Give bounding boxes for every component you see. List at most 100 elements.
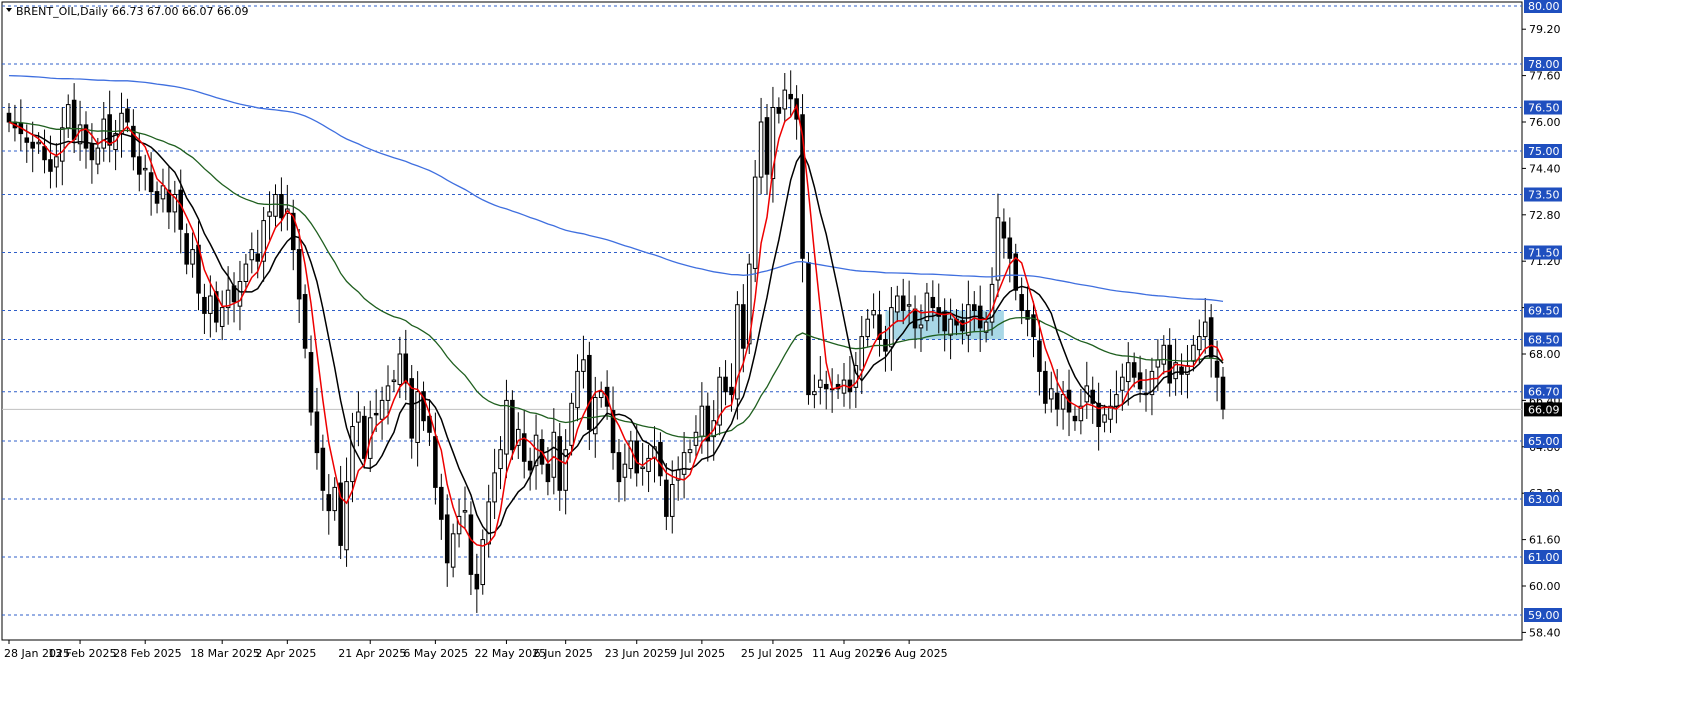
candle-body [895, 295, 900, 313]
candle-body [551, 431, 557, 478]
candle-body [818, 379, 823, 388]
last-price-label: 66.09 [1524, 402, 1562, 417]
level-label-text: 68.50 [1528, 334, 1560, 347]
candle-body [190, 249, 195, 265]
candle-body [54, 156, 59, 168]
y-tick-label: 68.00 [1529, 348, 1561, 361]
candle-body [729, 386, 734, 396]
level-label-text: 66.70 [1528, 386, 1560, 399]
candle-body [95, 147, 101, 165]
candle-body [379, 399, 385, 420]
candle-body [1208, 317, 1214, 358]
candle [717, 367, 722, 436]
candle-body [243, 263, 249, 283]
candle-body [823, 383, 829, 390]
candle-body [320, 447, 326, 491]
candle-body [1019, 294, 1024, 311]
candle-body [640, 466, 645, 470]
candle-body [107, 114, 112, 146]
candle-body [581, 359, 586, 372]
candle-body [681, 452, 687, 475]
candle-body [966, 304, 971, 336]
candle-body [1001, 221, 1007, 239]
candle-body [267, 211, 272, 217]
level-label-text: 65.00 [1528, 435, 1560, 448]
candle-body [1048, 388, 1054, 400]
candle-body [71, 99, 77, 140]
candle-body [1096, 402, 1101, 427]
candle-body [699, 405, 705, 438]
candle-body [160, 185, 166, 200]
candle-body [664, 479, 669, 517]
candle-body [504, 399, 509, 455]
candle-body [273, 194, 278, 217]
candle-body [806, 262, 811, 396]
level-label-text: 59.00 [1528, 609, 1560, 622]
y-tick-label: 74.40 [1529, 162, 1561, 175]
candle [806, 252, 811, 405]
level-label-text: 78.00 [1528, 58, 1560, 71]
x-tick-label: 6 Jun 2025 [534, 647, 593, 660]
candle-body [237, 281, 243, 307]
candle-body [906, 304, 912, 307]
candle-body [462, 510, 468, 513]
candle-body [1054, 392, 1060, 410]
level-label: 65.00 [1524, 434, 1562, 448]
candle-body [498, 449, 503, 470]
chart-root: 79.2077.6076.0074.4072.8071.2069.6068.00… [0, 0, 1686, 713]
candle-body [249, 249, 255, 261]
candle-body [912, 308, 918, 329]
candle-body [1155, 359, 1161, 368]
level-label-text: 69.50 [1528, 305, 1560, 318]
x-tick-label: 9 Jul 2025 [670, 647, 725, 660]
candle-body [184, 233, 189, 265]
candle-body [1125, 362, 1131, 383]
candle-body [930, 296, 936, 309]
candle-body [758, 121, 764, 178]
candle-body [788, 93, 793, 100]
level-label: 76.50 [1524, 100, 1562, 115]
candle-body [468, 514, 474, 575]
candle-body [154, 191, 160, 204]
candle-body [279, 194, 284, 219]
candle-body [60, 127, 65, 162]
candle-body [391, 379, 397, 383]
candle-body [1202, 321, 1208, 338]
candle-body [948, 318, 953, 336]
candle-body [569, 402, 574, 446]
x-tick-label: 2 Apr 2025 [255, 647, 316, 660]
candle-body [202, 296, 207, 314]
candle-body [871, 310, 876, 316]
candle-body [148, 172, 154, 193]
level-label: 73.50 [1524, 187, 1562, 202]
level-label: 68.50 [1524, 332, 1562, 347]
candle-body [764, 117, 770, 175]
x-tick-label: 25 Jul 2025 [741, 647, 803, 660]
candle-body [1060, 394, 1066, 410]
candle-body [296, 249, 302, 300]
level-label-text: 75.00 [1528, 145, 1560, 158]
level-label: 59.00 [1524, 608, 1562, 622]
candle-body [1120, 376, 1125, 391]
y-tick-label: 58.40 [1529, 626, 1561, 639]
candle-body [1161, 344, 1167, 365]
candle-body [918, 324, 924, 329]
candle-body [693, 431, 699, 446]
y-tick-label: 61.60 [1529, 534, 1561, 547]
level-label-text: 63.00 [1528, 493, 1560, 506]
candle-body [575, 370, 580, 409]
x-tick-label: 23 Jun 2025 [605, 647, 671, 660]
candle-body [752, 176, 758, 269]
candle-body [616, 452, 622, 483]
level-label: 75.00 [1524, 144, 1562, 158]
candle-body [622, 463, 628, 478]
candle-body [255, 253, 260, 262]
candle-body [628, 440, 634, 470]
ohlc-header: 66.73 67.00 66.07 66.09 [112, 5, 248, 18]
candle-body [6, 112, 12, 123]
level-label: 61.00 [1524, 550, 1562, 564]
candle-body [403, 353, 409, 384]
level-label: 69.50 [1524, 303, 1562, 318]
candle-body [142, 167, 148, 171]
candle-body [89, 143, 95, 161]
